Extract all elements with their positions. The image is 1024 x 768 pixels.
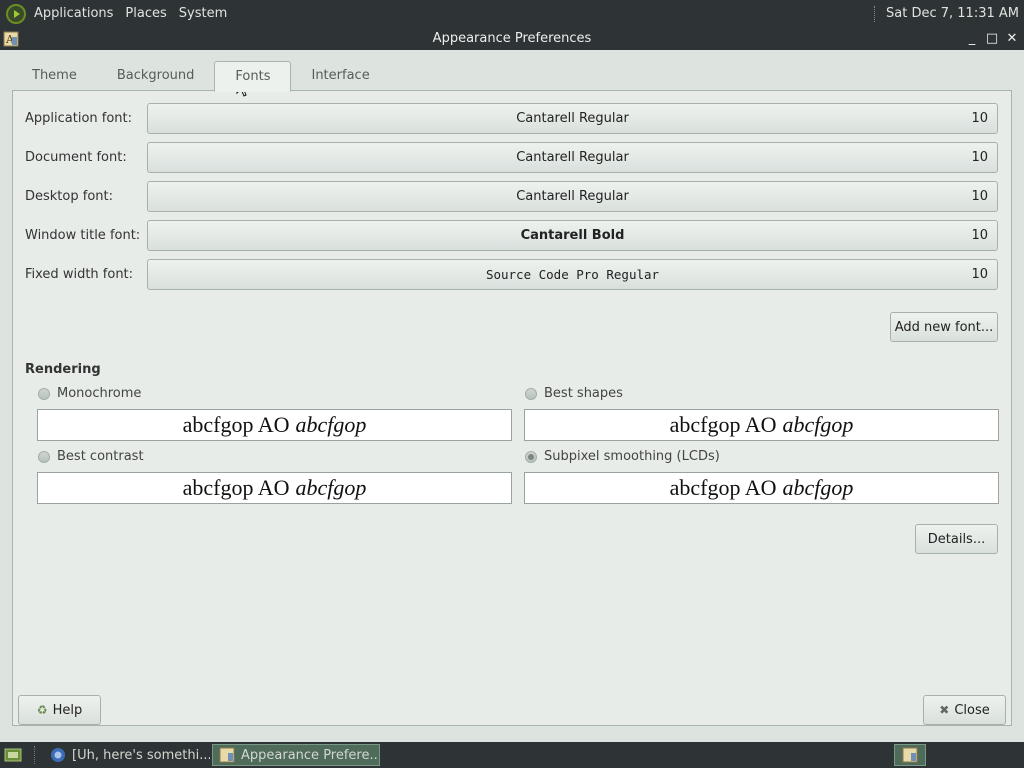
preview-regular-text: abcfgop AO xyxy=(182,475,290,500)
close-icon: ✖ xyxy=(939,703,950,717)
menu-applications[interactable]: Applications xyxy=(30,6,117,21)
tab-background[interactable]: Background xyxy=(97,61,215,91)
add-new-font-button[interactable]: Add new font... xyxy=(890,312,998,342)
taskbar-item-label: Appearance Prefere... xyxy=(241,747,380,763)
window-title: Appearance Preferences xyxy=(432,31,592,46)
taskbar-item-label: [Uh, here's somethi... xyxy=(72,747,210,763)
help-icon: ♻ xyxy=(36,703,48,717)
font-name: Cantarell Regular xyxy=(516,111,629,126)
font-size: 10 xyxy=(971,228,988,243)
best-contrast-preview[interactable]: abcfgop AO abcfgop xyxy=(37,472,512,504)
details-button[interactable]: Details... xyxy=(915,524,998,554)
best-shapes-label: Best shapes xyxy=(544,386,623,401)
menu-logo-icon[interactable] xyxy=(6,3,26,24)
monochrome-label: Monochrome xyxy=(57,386,142,401)
font-name: Cantarell Bold xyxy=(520,228,625,243)
maximize-button[interactable]: □ xyxy=(984,30,1000,46)
appearance-icon xyxy=(219,747,235,763)
preview-regular-text: abcfgop AO xyxy=(669,412,777,437)
show-desktop-icon[interactable] xyxy=(4,746,22,764)
font-name: Source Code Pro Regular xyxy=(485,267,660,282)
close-button[interactable]: ✖ Close xyxy=(923,695,1006,725)
desktop-font-label: Desktop font: xyxy=(25,189,113,204)
font-name: Cantarell Regular xyxy=(516,150,629,165)
workspace-app-icon xyxy=(902,747,918,763)
clock[interactable]: Sat Dec 7, 11:31 AM xyxy=(886,6,1019,21)
help-label: Help xyxy=(52,702,83,718)
application-font-row: Application font: Cantarell Regular 10 xyxy=(25,103,998,134)
preview-italic-text: abcfgop xyxy=(782,475,854,500)
font-size: 10 xyxy=(971,150,988,165)
close-label: Close xyxy=(954,702,990,718)
fixed-width-font-label: Fixed width font: xyxy=(25,267,134,282)
top-panel: Applications Places System Sat Dec 7, 11… xyxy=(0,0,1024,27)
best-contrast-radio[interactable] xyxy=(38,450,50,463)
tab-interface[interactable]: Interface xyxy=(291,61,389,91)
window-title-font-row: Window title font: Cantarell Bold 10 xyxy=(25,220,998,251)
preview-regular-text: abcfgop AO xyxy=(182,412,290,437)
window-titlebar[interactable]: A Appearance Preferences _ □ ✕ xyxy=(0,27,1024,50)
best-shapes-option[interactable]: Best shapes xyxy=(525,386,623,401)
font-size: 10 xyxy=(971,267,988,282)
close-window-button[interactable]: ✕ xyxy=(1004,30,1020,46)
application-font-button[interactable]: Cantarell Regular 10 xyxy=(147,103,998,134)
desktop-font-row: Desktop font: Cantarell Regular 10 xyxy=(25,181,998,212)
preview-italic-text: abcfgop xyxy=(295,412,367,437)
document-font-button[interactable]: Cantarell Regular 10 xyxy=(147,142,998,173)
preview-italic-text: abcfgop xyxy=(782,412,854,437)
tab-theme[interactable]: Theme xyxy=(12,61,97,91)
browser-icon xyxy=(51,748,65,762)
minimize-button[interactable]: _ xyxy=(964,30,980,46)
workspace-switcher[interactable] xyxy=(894,744,926,766)
application-font-label: Application font: xyxy=(25,111,133,126)
preview-regular-text: abcfgop AO xyxy=(669,475,777,500)
appearance-app-icon[interactable]: A xyxy=(3,31,19,47)
tab-bar: Theme Background Fonts Interface xyxy=(12,61,1012,92)
best-shapes-radio[interactable] xyxy=(525,387,537,400)
taskbar-item-appearance[interactable]: Appearance Prefere... xyxy=(212,744,380,766)
subpixel-smoothing-radio[interactable] xyxy=(525,450,537,463)
fixed-width-font-row: Fixed width font: Source Code Pro Regula… xyxy=(25,259,998,290)
monochrome-option[interactable]: Monochrome xyxy=(38,386,141,401)
subpixel-smoothing-option[interactable]: Subpixel smoothing (LCDs) xyxy=(525,449,720,464)
monochrome-preview[interactable]: abcfgop AO abcfgop xyxy=(37,409,512,441)
best-contrast-option[interactable]: Best contrast xyxy=(38,449,144,464)
font-size: 10 xyxy=(971,189,988,204)
window-title-font-label: Window title font: xyxy=(25,228,141,243)
document-font-label: Document font: xyxy=(25,150,127,165)
taskbar-item-browser[interactable]: [Uh, here's somethi... xyxy=(44,744,210,766)
menu-system[interactable]: System xyxy=(175,6,231,21)
desktop-font-button[interactable]: Cantarell Regular 10 xyxy=(147,181,998,212)
rendering-heading: Rendering xyxy=(25,362,101,377)
taskbar-separator xyxy=(34,746,44,764)
document-font-row: Document font: Cantarell Regular 10 xyxy=(25,142,998,173)
best-shapes-preview[interactable]: abcfgop AO abcfgop xyxy=(524,409,999,441)
help-button[interactable]: ♻ Help xyxy=(18,695,101,725)
bottom-taskbar: [Uh, here's somethi... Appearance Prefer… xyxy=(0,742,1024,768)
best-contrast-label: Best contrast xyxy=(57,449,144,464)
menu-places[interactable]: Places xyxy=(121,6,170,21)
font-size: 10 xyxy=(971,111,988,126)
subpixel-smoothing-preview[interactable]: abcfgop AO abcfgop xyxy=(524,472,999,504)
panel-separator xyxy=(874,5,878,22)
preview-italic-text: abcfgop xyxy=(295,475,367,500)
tab-fonts[interactable]: Fonts xyxy=(214,61,292,92)
window-title-font-button[interactable]: Cantarell Bold 10 xyxy=(147,220,998,251)
subpixel-smoothing-label: Subpixel smoothing (LCDs) xyxy=(544,449,720,464)
fixed-width-font-button[interactable]: Source Code Pro Regular 10 xyxy=(147,259,998,290)
monochrome-radio[interactable] xyxy=(38,387,50,400)
font-name: Cantarell Regular xyxy=(516,189,629,204)
